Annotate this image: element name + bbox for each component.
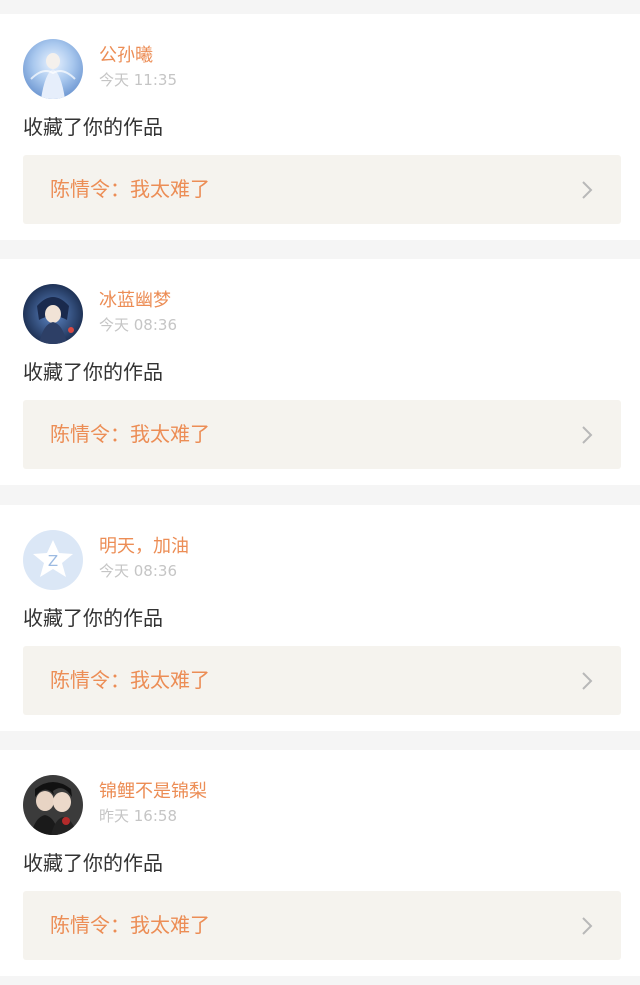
svg-text:Z: Z: [48, 552, 58, 570]
work-title: 陈情令：我太难了: [50, 422, 210, 446]
action-text: 收藏了你的作品: [23, 115, 163, 139]
timestamp: 今天 11:35: [99, 71, 177, 89]
chevron-right-icon: [581, 180, 593, 200]
action-text: 收藏了你的作品: [23, 606, 163, 630]
avatar[interactable]: [23, 284, 83, 344]
work-title: 陈情令：我太难了: [50, 913, 210, 937]
timestamp: 昨天 16:58: [99, 807, 177, 825]
avatar-image-default: Z: [23, 530, 83, 590]
chevron-right-icon: [581, 671, 593, 691]
notification-card: Z 明天，加油 今天 08:36 收藏了你的作品 陈情令：我太难了: [0, 505, 640, 731]
avatar-image-anime: [23, 284, 83, 344]
avatar-image-fairy: [23, 39, 83, 99]
timestamp: 今天 08:36: [99, 562, 177, 580]
avatar[interactable]: Z: [23, 530, 83, 590]
work-link-card[interactable]: 陈情令：我太难了: [23, 400, 621, 469]
action-text: 收藏了你的作品: [23, 851, 163, 875]
avatar-image-photo: [23, 775, 83, 835]
notification-card: 公孙曦 今天 11:35 收藏了你的作品 陈情令：我太难了: [0, 14, 640, 240]
work-link-card[interactable]: 陈情令：我太难了: [23, 646, 621, 715]
chevron-right-icon: [581, 916, 593, 936]
username[interactable]: 冰蓝幽梦: [99, 290, 171, 312]
work-link-card[interactable]: 陈情令：我太难了: [23, 155, 621, 224]
avatar[interactable]: [23, 39, 83, 99]
notification-card: 锦鲤不是锦梨 昨天 16:58 收藏了你的作品 陈情令：我太难了: [0, 750, 640, 976]
timestamp: 今天 08:36: [99, 316, 177, 334]
notification-feed: 公孙曦 今天 11:35 收藏了你的作品 陈情令：我太难了 冰蓝幽梦 今天 08…: [0, 0, 640, 985]
avatar[interactable]: [23, 775, 83, 835]
work-title: 陈情令：我太难了: [50, 668, 210, 692]
notification-card: 冰蓝幽梦 今天 08:36 收藏了你的作品 陈情令：我太难了: [0, 259, 640, 485]
username[interactable]: 公孙曦: [99, 45, 153, 67]
username[interactable]: 明天，加油: [99, 536, 189, 558]
action-text: 收藏了你的作品: [23, 360, 163, 384]
username[interactable]: 锦鲤不是锦梨: [99, 781, 207, 803]
work-title: 陈情令：我太难了: [50, 177, 210, 201]
work-link-card[interactable]: 陈情令：我太难了: [23, 891, 621, 960]
chevron-right-icon: [581, 425, 593, 445]
